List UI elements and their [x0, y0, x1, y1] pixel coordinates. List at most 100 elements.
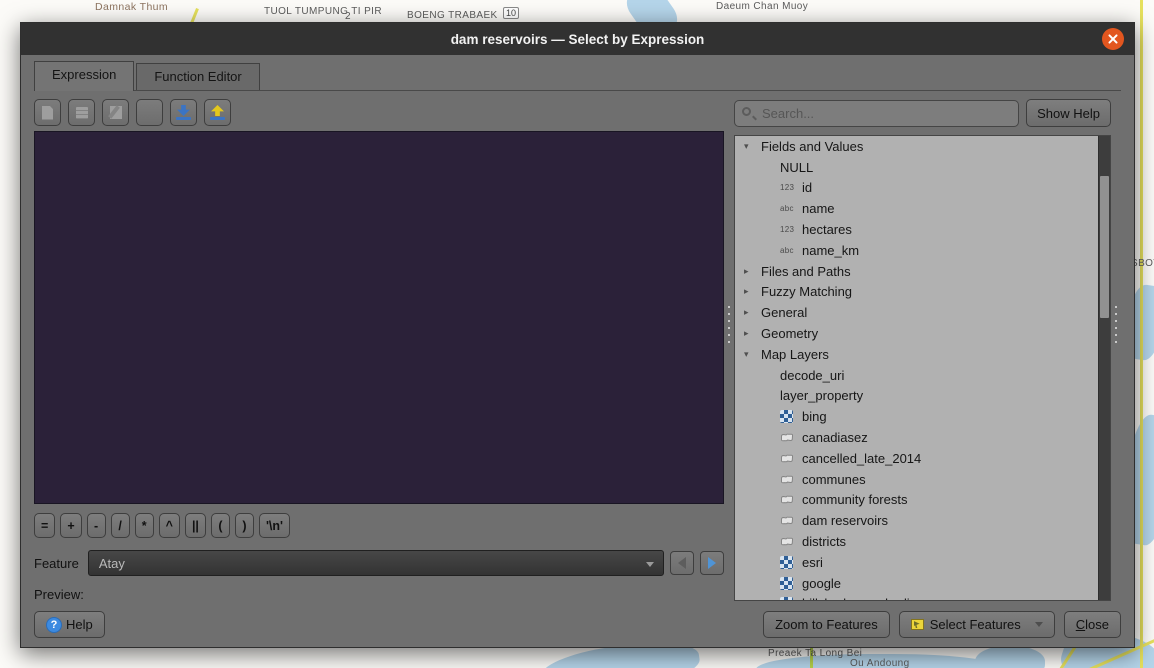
operator-button[interactable]: ) — [235, 513, 254, 538]
export-expressions-button[interactable] — [204, 99, 231, 126]
tab-function-editor[interactable]: Function Editor — [136, 63, 259, 90]
raster-layer-icon — [780, 577, 802, 590]
operator-button[interactable]: - — [87, 513, 106, 538]
tree-label: name — [802, 201, 835, 216]
tree-item-dam-reservoirs[interactable]: dam reservoirs — [735, 510, 1098, 531]
map-label: BOENG TRABAEK — [407, 10, 498, 21]
raster-layer-icon — [780, 556, 802, 569]
dialog-body: Expression Function Editor =+-/*^||()'\n… — [21, 55, 1134, 647]
tree-group-files-and-paths[interactable]: ▸Files and Paths — [735, 261, 1098, 282]
operator-button[interactable]: ( — [211, 513, 230, 538]
number-field-icon: 123 — [780, 225, 802, 234]
operator-button[interactable]: + — [60, 513, 81, 538]
operator-button[interactable]: / — [111, 513, 130, 538]
search-input[interactable] — [734, 100, 1019, 127]
help-button[interactable]: Help — [34, 611, 105, 638]
chevron-down-icon[interactable]: ▾ — [744, 141, 761, 152]
chevron-right-icon[interactable]: ▸ — [744, 266, 761, 277]
tree-item-name-km[interactable]: abcname_km — [735, 240, 1098, 261]
tree-item-name[interactable]: abcname — [735, 198, 1098, 219]
select-features-button[interactable]: Select Features — [899, 611, 1055, 638]
tree-item-hillshade-cambodia[interactable]: hillshade_cambodia — [735, 594, 1098, 600]
chevron-right-icon[interactable]: ▸ — [744, 328, 761, 339]
tree-group-general[interactable]: ▸General — [735, 302, 1098, 323]
feature-combobox[interactable]: Atay — [88, 550, 664, 576]
panel-splitter-handle[interactable] — [724, 91, 734, 602]
expression-list-icon — [76, 107, 88, 119]
operator-button[interactable]: ^ — [159, 513, 180, 538]
tab-bar: Expression Function Editor — [34, 63, 1121, 90]
tree-item-cancelled-late-2014[interactable]: cancelled_late_2014 — [735, 448, 1098, 469]
tree-label: esri — [802, 555, 823, 570]
tree-item-bing[interactable]: bing — [735, 406, 1098, 427]
tree-group-fuzzy-matching[interactable]: ▸Fuzzy Matching — [735, 282, 1098, 303]
polygon-layer-icon — [780, 536, 802, 547]
tree-group-geometry[interactable]: ▸Geometry — [735, 323, 1098, 344]
dialog-button-box: Help Zoom to Features Select Features Cl… — [34, 602, 1121, 647]
help-splitter-handle[interactable] — [1111, 91, 1121, 602]
tree-label: decode_uri — [780, 368, 844, 383]
tree-item-google[interactable]: google — [735, 573, 1098, 594]
show-help-button[interactable]: Show Help — [1026, 99, 1111, 127]
zoom-to-features-button[interactable]: Zoom to Features — [763, 611, 890, 638]
preview-label: Preview: — [34, 587, 724, 602]
expression-editor[interactable] — [34, 131, 724, 504]
operator-button[interactable]: = — [34, 513, 55, 538]
blank-icon — [144, 107, 156, 119]
blank-button — [136, 99, 163, 126]
new-expression-button — [34, 99, 61, 126]
map-label: Ou Andoung — [850, 658, 910, 668]
tree-item-id[interactable]: 123id — [735, 178, 1098, 199]
road-shape — [1140, 0, 1143, 668]
tree-label: community forests — [802, 492, 907, 507]
chevron-down-icon — [1035, 622, 1043, 627]
function-tree-container: ▾Fields and ValuesNULL123idabcname123hec… — [734, 135, 1111, 601]
tree-item-community-forests[interactable]: community forests — [735, 490, 1098, 511]
expression-tab-pane: =+-/*^||()'\n' Feature Atay — [34, 90, 1121, 647]
text-field-icon: abc — [780, 246, 802, 255]
next-feature-button[interactable] — [700, 551, 724, 575]
tree-item-null[interactable]: NULL — [735, 157, 1098, 178]
tree-label: General — [761, 305, 807, 320]
close-button[interactable]: Close — [1064, 611, 1121, 638]
tree-item-decode-uri[interactable]: decode_uri — [735, 365, 1098, 386]
select-by-expression-dialog: dam reservoirs — Select by Expression Ex… — [20, 22, 1135, 648]
tree-scrollbar-thumb[interactable] — [1100, 176, 1109, 318]
tree-item-layer-property[interactable]: layer_property — [735, 386, 1098, 407]
close-icon[interactable] — [1102, 28, 1124, 50]
raster-layer-icon — [780, 410, 802, 423]
tree-label: google — [802, 576, 841, 591]
tree-group-map-layers[interactable]: ▾Map Layers — [735, 344, 1098, 365]
raster-layer-icon — [780, 597, 802, 600]
tree-group-fields-and-values[interactable]: ▾Fields and Values — [735, 136, 1098, 157]
map-label: Preaek Ta Long Bei — [768, 648, 862, 659]
polygon-layer-icon — [780, 453, 802, 464]
polygon-layer-icon — [780, 474, 802, 485]
chevron-down-icon[interactable]: ▾ — [744, 349, 761, 360]
map-label: Daeum Chan Muoy — [716, 1, 808, 12]
map-label: Damnak Thum — [95, 1, 168, 13]
operator-button[interactable]: '\n' — [259, 513, 290, 538]
tree-item-districts[interactable]: districts — [735, 531, 1098, 552]
search-icon — [742, 107, 751, 116]
tree-item-canadiasez[interactable]: canadiasez — [735, 427, 1098, 448]
tree-scrollbar[interactable] — [1098, 136, 1110, 600]
operator-button[interactable]: * — [135, 513, 154, 538]
help-button-label: Help — [66, 617, 93, 632]
tree-label: id — [802, 180, 812, 195]
arrow-left-icon — [678, 557, 686, 569]
tree-item-communes[interactable]: communes — [735, 469, 1098, 490]
previous-feature-button[interactable] — [670, 551, 694, 575]
operator-button[interactable]: || — [185, 513, 206, 538]
tree-item-esri[interactable]: esri — [735, 552, 1098, 573]
import-expressions-button[interactable] — [170, 99, 197, 126]
tab-expression[interactable]: Expression — [34, 61, 134, 91]
map-label: TUOL TUMPUNG TI PIR — [264, 6, 382, 17]
dialog-titlebar[interactable]: dam reservoirs — Select by Expression — [21, 23, 1134, 55]
tree-label: bing — [802, 409, 827, 424]
number-field-icon: 123 — [780, 183, 802, 192]
tree-item-hectares[interactable]: 123hectares — [735, 219, 1098, 240]
chevron-right-icon[interactable]: ▸ — [744, 307, 761, 318]
chevron-right-icon[interactable]: ▸ — [744, 286, 761, 297]
tree-label: districts — [802, 534, 846, 549]
